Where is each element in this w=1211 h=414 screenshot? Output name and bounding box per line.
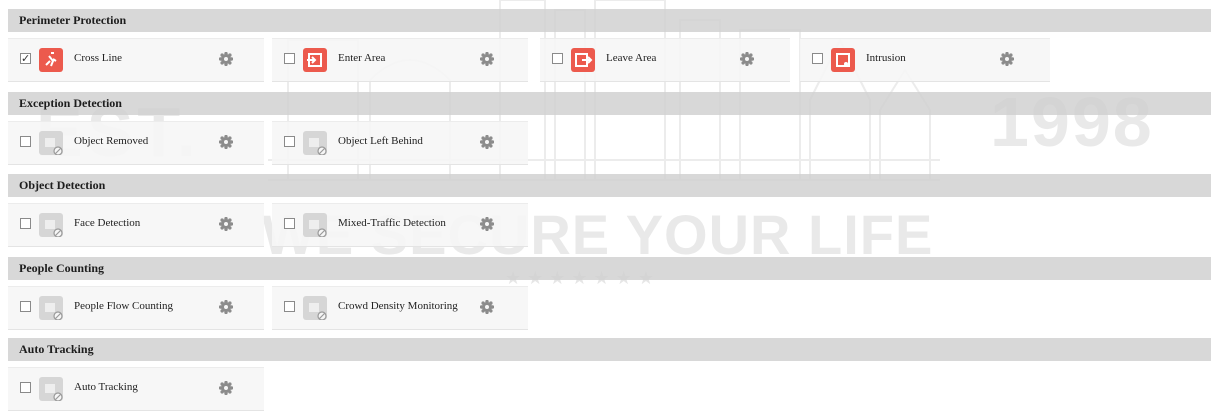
feature-card: Face Detection	[8, 203, 264, 247]
feature-label: Crowd Density Monitoring	[338, 300, 458, 312]
gear-icon[interactable]	[218, 134, 234, 150]
feature-checkbox[interactable]	[20, 301, 31, 312]
feature-label: Face Detection	[74, 217, 141, 229]
gear-icon[interactable]	[479, 299, 495, 315]
feature-card: People Flow Counting	[8, 286, 264, 330]
feature-label: Object Left Behind	[338, 135, 423, 147]
feature-checkbox[interactable]	[284, 53, 295, 64]
gear-icon[interactable]	[218, 216, 234, 232]
feature-card: Object Removed	[8, 121, 264, 165]
gear-icon[interactable]	[218, 51, 234, 67]
feature-card: Enter Area	[272, 38, 528, 82]
feature-checkbox[interactable]: ✓	[20, 53, 31, 64]
object-removed-icon	[39, 131, 63, 155]
intrusion-icon	[831, 48, 855, 72]
feature-checkbox[interactable]	[284, 301, 295, 312]
feature-card: Auto Tracking	[8, 367, 264, 411]
section-header: People Counting	[8, 257, 1211, 280]
gear-icon[interactable]	[479, 134, 495, 150]
people-flow-icon	[39, 296, 63, 320]
feature-label: People Flow Counting	[74, 300, 174, 312]
mixed-traffic-icon	[303, 213, 327, 237]
gear-icon[interactable]	[739, 51, 755, 67]
feature-checkbox[interactable]	[552, 53, 563, 64]
feature-checkbox[interactable]	[20, 218, 31, 229]
feature-label: Intrusion	[866, 52, 906, 64]
section-header: Perimeter Protection	[8, 9, 1211, 32]
face-detection-icon	[39, 213, 63, 237]
feature-label: Enter Area	[338, 52, 386, 64]
gear-icon[interactable]	[218, 299, 234, 315]
section-header: Object Detection	[8, 174, 1211, 197]
enter-area-icon	[303, 48, 327, 72]
feature-card: Intrusion	[800, 38, 1050, 82]
feature-label: Leave Area	[606, 52, 657, 64]
feature-checkbox[interactable]	[284, 136, 295, 147]
section-header: Auto Tracking	[8, 338, 1211, 361]
feature-card: Crowd Density Monitoring	[272, 286, 528, 330]
feature-checkbox[interactable]	[20, 136, 31, 147]
feature-card: ✓ Cross Line	[8, 38, 264, 82]
object-left-behind-icon	[303, 131, 327, 155]
feature-card: Leave Area	[540, 38, 790, 82]
section-header: Exception Detection	[8, 92, 1211, 115]
feature-checkbox[interactable]	[284, 218, 295, 229]
feature-checkbox[interactable]	[20, 382, 31, 393]
gear-icon[interactable]	[999, 51, 1015, 67]
feature-card: Object Left Behind	[272, 121, 528, 165]
gear-icon[interactable]	[479, 51, 495, 67]
feature-label: Object Removed	[74, 135, 149, 147]
cross-line-icon	[39, 48, 63, 72]
leave-area-icon	[571, 48, 595, 72]
feature-checkbox[interactable]	[812, 53, 823, 64]
gear-icon[interactable]	[479, 216, 495, 232]
feature-label: Mixed-Traffic Detection	[338, 217, 446, 229]
feature-label: Auto Tracking	[74, 381, 138, 393]
crowd-density-icon	[303, 296, 327, 320]
feature-label: Cross Line	[74, 52, 122, 64]
auto-tracking-icon	[39, 377, 63, 401]
gear-icon[interactable]	[218, 380, 234, 396]
feature-card: Mixed-Traffic Detection	[272, 203, 528, 247]
